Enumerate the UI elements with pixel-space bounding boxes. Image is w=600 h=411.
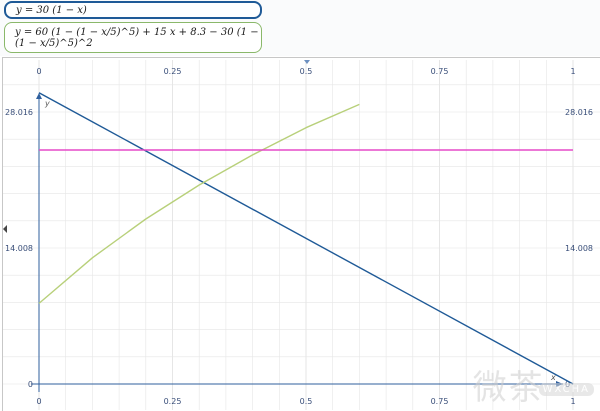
- x-tick-label-bottom: 0: [36, 397, 41, 406]
- x-tick-label-top: 0: [36, 67, 41, 76]
- equation-text-2: y = 60 (1 − (1 − x/5)^5) + 15 x + 8.3 − …: [15, 26, 259, 49]
- x-tick-label-top: 0.75: [431, 67, 449, 76]
- x-tick-label-bottom: 0.75: [431, 397, 449, 406]
- x-tick-label-bottom: 0.25: [164, 397, 182, 406]
- graph-canvas[interactable]: yx 0 0 0.25 0.25 0.5 0.5 0.75 0.75 1 1 28.016 28.01…: [2, 57, 600, 411]
- equation-text-1: y = 30 (1 − x): [16, 4, 87, 16]
- top-scroll-handle-icon[interactable]: [304, 60, 310, 64]
- x-tick-label-bottom: 0.5: [300, 397, 313, 406]
- equation-input-2[interactable]: y = 60 (1 − (1 − x/5)^5) + 15 x + 8.3 − …: [4, 22, 262, 53]
- x-tick-label-top: 1: [570, 67, 575, 76]
- watermark-text: 微茶: [472, 368, 545, 408]
- x-tick-label-top: 0.25: [164, 67, 182, 76]
- y-tick-label-right: 28.016: [565, 108, 593, 117]
- y-axis-label: y: [44, 99, 50, 108]
- grid: [3, 60, 600, 410]
- equation-input-1[interactable]: y = 30 (1 − x): [4, 1, 262, 19]
- watermark-badge: WXCHA: [538, 383, 594, 396]
- axes: yx: [31, 93, 563, 392]
- equation-bar: y = 30 (1 − x) y = 60 (1 − (1 − x/5)^5) …: [0, 0, 600, 56]
- y-tick-label-left: 28.016: [5, 108, 33, 117]
- x-tick-label-top: 0.5: [300, 67, 313, 76]
- left-collapse-handle-icon[interactable]: [3, 225, 7, 233]
- tick-labels: 000.250.250.50.50.750.751128.016 28.01614…: [5, 67, 593, 406]
- y-tick-label-left: 0: [28, 380, 33, 389]
- watermark: 微茶WXCHA: [473, 360, 594, 409]
- graph-svg: yx 000.250.250.50.50.750.751128.016 28.01…: [3, 60, 600, 410]
- y-tick-label-left: 14.008: [5, 244, 33, 253]
- y-tick-label-right: 14.008: [565, 244, 593, 253]
